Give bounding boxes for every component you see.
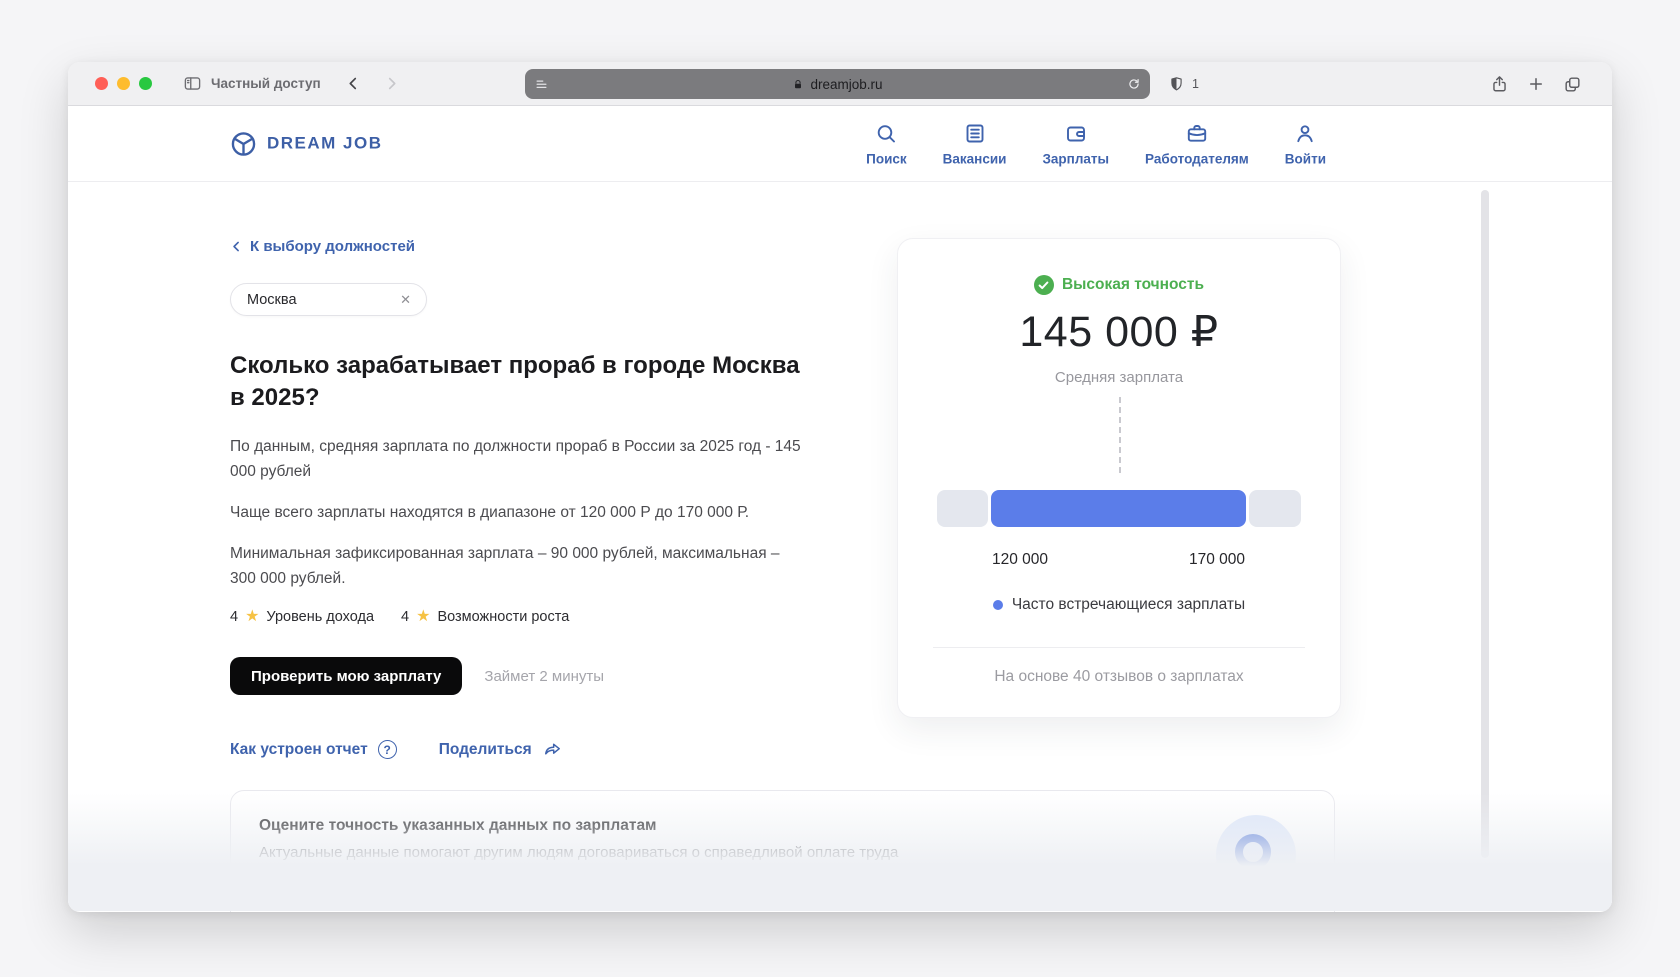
site-logo-text: DREAM JOB	[267, 134, 383, 154]
legend-dot-icon	[993, 600, 1003, 610]
tracker-count: 1	[1192, 77, 1199, 91]
page-scrollbar[interactable]	[1481, 190, 1489, 858]
nav-item-employers[interactable]: Работодателям	[1145, 121, 1249, 166]
salary-bar-left-tail	[937, 490, 988, 527]
nav-item-salaries[interactable]: Зарплаты	[1042, 121, 1109, 166]
range-paragraph: Чаще всего зарплаты находятся в диапазон…	[230, 500, 805, 525]
salary-report-main: К выбору должностей Москва ✕ Сколько зар…	[230, 238, 805, 759]
rate-accuracy-title: Оцените точность указанных данных по зар…	[259, 817, 1306, 835]
wallet-icon	[1064, 121, 1088, 145]
search-icon	[874, 121, 898, 145]
salary-bar-right-tail	[1249, 490, 1301, 527]
summary-paragraph: По данным, средняя зарплата по должности…	[230, 434, 805, 484]
sidebar-toggle-icon[interactable]	[183, 74, 202, 93]
url-display: dreamjob.ru	[525, 77, 1150, 92]
cta-duration-note: Займет 2 минуты	[484, 668, 604, 685]
ratings-row: 4 ★ Уровень дохода 4 ★ Возможности роста	[230, 609, 805, 625]
share-icon[interactable]	[1490, 74, 1509, 94]
zoom-window-button[interactable]	[139, 77, 152, 90]
reload-icon[interactable]	[1127, 77, 1141, 91]
range-min-label: 120 000	[958, 551, 1082, 569]
city-chip-label: Москва	[247, 292, 297, 308]
window-controls	[95, 77, 152, 90]
city-filter-chip[interactable]: Москва ✕	[230, 283, 427, 316]
new-tab-icon[interactable]	[1527, 75, 1545, 93]
cta-row: Проверить мою зарплату Займет 2 минуты	[230, 657, 805, 695]
share-report-link[interactable]: Поделиться	[439, 740, 563, 759]
lock-icon	[792, 78, 804, 91]
page-title: Сколько зарабатывает прораб в городе Мос…	[230, 350, 805, 414]
ring-icon	[1235, 834, 1271, 870]
dreamjob-logo-icon	[230, 130, 257, 157]
site-header: DREAM JOB Поиск Вакансии	[68, 106, 1612, 182]
star-icon: ★	[416, 609, 430, 625]
document-list-icon	[963, 121, 987, 145]
income-level-rating: 4 ★ Уровень дохода	[230, 609, 374, 625]
rate-accuracy-card: Оцените точность указанных данных по зар…	[230, 790, 1335, 912]
close-window-button[interactable]	[95, 77, 108, 90]
nav-item-vacancies[interactable]: Вакансии	[943, 121, 1007, 166]
person-icon	[1293, 121, 1317, 145]
star-icon: ★	[245, 609, 259, 625]
chart-legend: Часто встречающиеся зарплаты	[898, 596, 1340, 614]
back-to-positions-link[interactable]: К выбору должностей	[230, 238, 805, 255]
browser-titlebar: Частный доступ dreamjob.ru 1	[68, 62, 1612, 106]
check-my-salary-button[interactable]: Проверить мою зарплату	[230, 657, 462, 695]
accuracy-badge: Высокая точность	[898, 275, 1340, 295]
page-content: DREAM JOB Поиск Вакансии	[68, 106, 1612, 911]
nav-item-login[interactable]: Войти	[1285, 121, 1326, 166]
share-arrow-icon	[542, 740, 563, 759]
secondary-links-row: Как устроен отчет ? Поделиться	[230, 740, 805, 759]
browser-window: Частный доступ dreamjob.ru 1	[68, 62, 1612, 912]
reviews-footnote: На основе 40 отзывов о зарплатах	[898, 668, 1340, 686]
address-bar[interactable]: dreamjob.ru	[525, 69, 1150, 99]
back-button-icon[interactable]	[345, 75, 362, 92]
minmax-paragraph: Минимальная зафиксированная зарплата – 9…	[230, 541, 805, 591]
close-icon[interactable]: ✕	[400, 292, 411, 308]
tab-overview-icon[interactable]	[1563, 75, 1582, 94]
question-icon: ?	[378, 740, 397, 759]
site-logo[interactable]: DREAM JOB	[230, 130, 383, 157]
main-nav: Поиск Вакансии Зарплаты	[866, 121, 1326, 166]
check-circle-icon	[1034, 275, 1054, 295]
average-salary-amount: 145 000 ₽	[898, 307, 1340, 357]
card-divider	[933, 647, 1305, 648]
nav-item-search[interactable]: Поиск	[866, 121, 907, 166]
how-report-works-link[interactable]: Как устроен отчет ?	[230, 740, 397, 759]
range-max-label: 170 000	[1155, 551, 1279, 569]
forward-button-icon[interactable]	[383, 75, 400, 92]
privacy-report[interactable]: 1	[1168, 62, 1199, 106]
private-browsing-label: Частный доступ	[211, 76, 321, 91]
average-marker-dashed-line	[1119, 397, 1121, 473]
salary-bar-common-range	[991, 490, 1246, 527]
growth-opportunity-rating: 4 ★ Возможности роста	[401, 609, 569, 625]
minimize-window-button[interactable]	[117, 77, 130, 90]
briefcase-icon	[1185, 121, 1209, 145]
salary-summary-card: Высокая точность 145 000 ₽ Средняя зарпл…	[897, 238, 1341, 718]
average-salary-caption: Средняя зарплата	[898, 369, 1340, 386]
chevron-left-icon	[230, 240, 243, 253]
feedback-illustration	[1216, 815, 1296, 895]
rate-accuracy-subtitle: Актуальные данные помогают другим людям …	[259, 844, 1306, 861]
url-text: dreamjob.ru	[810, 77, 882, 92]
toolbar-actions	[1490, 62, 1582, 106]
